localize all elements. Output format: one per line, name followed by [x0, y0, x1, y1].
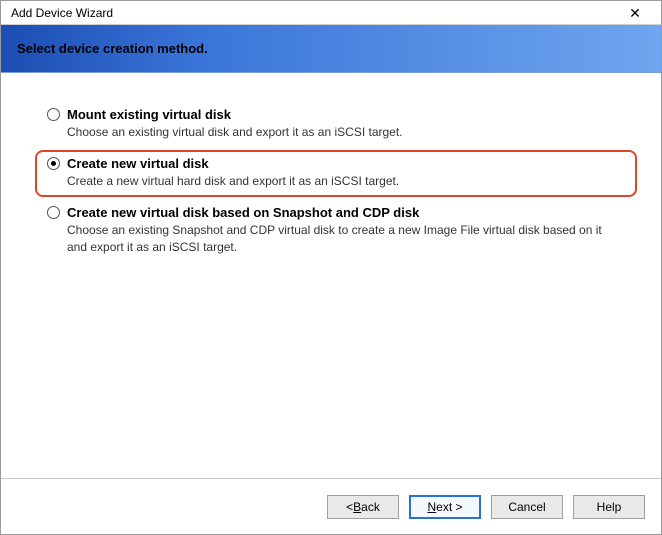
wizard-window: Add Device Wizard ✕ Select device creati… — [0, 0, 662, 535]
next-suffix: ext > — [436, 500, 462, 514]
cancel-button[interactable]: Cancel — [491, 495, 563, 519]
radio-icon[interactable] — [47, 108, 60, 121]
wizard-banner: Select device creation method. — [1, 25, 661, 73]
wizard-footer: < Back Next > Cancel Help — [1, 478, 661, 534]
help-button[interactable]: Help — [573, 495, 645, 519]
option-desc: Create a new virtual hard disk and expor… — [67, 173, 625, 189]
banner-heading: Select device creation method. — [17, 41, 208, 56]
option-title: Mount existing virtual disk — [67, 107, 625, 122]
back-mnemonic: B — [353, 500, 361, 514]
option-title: Create new virtual disk based on Snapsho… — [67, 205, 625, 220]
back-prefix: < — [346, 500, 353, 514]
option-title: Create new virtual disk — [67, 156, 625, 171]
option-snapshot-cdp[interactable]: Create new virtual disk based on Snapsho… — [35, 199, 637, 262]
wizard-content: Mount existing virtual disk Choose an ex… — [1, 73, 661, 478]
close-icon[interactable]: ✕ — [615, 1, 655, 25]
option-desc: Choose an existing Snapshot and CDP virt… — [67, 222, 625, 254]
option-mount-existing[interactable]: Mount existing virtual disk Choose an ex… — [35, 101, 637, 148]
option-desc: Choose an existing virtual disk and expo… — [67, 124, 625, 140]
titlebar: Add Device Wizard ✕ — [1, 1, 661, 25]
next-button[interactable]: Next > — [409, 495, 481, 519]
back-button[interactable]: < Back — [327, 495, 399, 519]
window-title: Add Device Wizard — [11, 6, 615, 20]
next-mnemonic: N — [427, 500, 436, 514]
radio-icon[interactable] — [47, 157, 60, 170]
option-create-new[interactable]: Create new virtual disk Create a new vir… — [35, 150, 637, 197]
radio-icon[interactable] — [47, 206, 60, 219]
back-suffix: ack — [361, 500, 380, 514]
